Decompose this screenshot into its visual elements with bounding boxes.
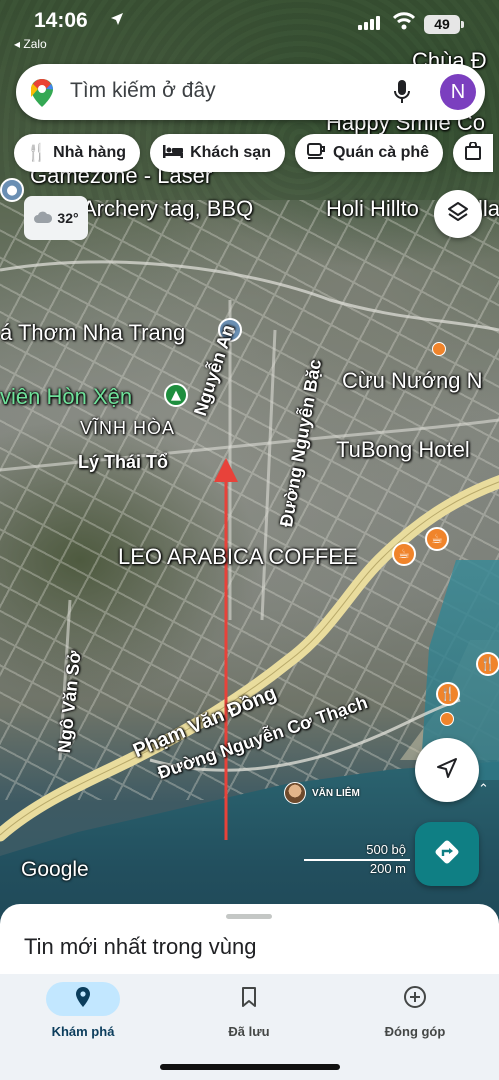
hotel-icon: [162, 143, 184, 164]
location-arrow-icon: [110, 10, 124, 31]
category-chips: 🍴 Nhà hàng Khách sạn Quán cà phê: [14, 134, 494, 172]
weather-temperature: 32°: [57, 210, 79, 226]
park-pin-icon[interactable]: ▲: [164, 383, 188, 407]
poi-pin-cuu-nuong[interactable]: [432, 342, 446, 356]
restaurant-pin-icon[interactable]: 🍴: [476, 652, 499, 676]
directions-button[interactable]: [415, 822, 479, 886]
add-circle-icon: [403, 985, 427, 1014]
weather-widget[interactable]: 32°: [24, 196, 88, 240]
map-label-ly-thai-to: Lý Thái Tổ: [78, 452, 168, 472]
map-label-leo-arabica[interactable]: LEO ARABICA COFFEE: [118, 544, 358, 570]
nav-saved[interactable]: Đã lưu: [166, 982, 332, 1039]
chip-hotels[interactable]: Khách sạn: [150, 134, 285, 172]
layers-icon: [446, 200, 470, 229]
search-input[interactable]: Tìm kiếm ở đây: [70, 79, 216, 103]
account-avatar[interactable]: N: [440, 74, 476, 110]
coffee-pin-icon[interactable]: ☕: [392, 542, 416, 566]
battery-icon: 49: [424, 15, 464, 34]
chip-label: Nhà hàng: [53, 144, 127, 161]
shopping-bag-icon: [465, 140, 482, 165]
poi-pin-small[interactable]: [440, 712, 454, 726]
chip-shopping-partial[interactable]: [453, 134, 494, 172]
search-bar[interactable]: Tìm kiếm ở đây N: [16, 64, 485, 120]
map-label-hon-xen[interactable]: viên Hòn Xện: [0, 384, 132, 410]
microphone-icon[interactable]: [388, 78, 416, 106]
restaurant-icon: 🍴: [26, 143, 48, 163]
poi-pin-gamezone[interactable]: ●: [0, 178, 24, 202]
sheet-drag-handle[interactable]: [226, 914, 272, 919]
chip-restaurants[interactable]: 🍴 Nhà hàng: [14, 134, 141, 172]
cloud-icon: [33, 210, 53, 227]
map-label-tubong[interactable]: TuBong Hotel: [336, 437, 470, 463]
google-attribution: Google: [21, 858, 89, 881]
chevron-up-icon[interactable]: ⌃: [478, 782, 489, 797]
directions-icon: [433, 838, 461, 871]
user-avatar: [284, 782, 306, 804]
status-bar: 14:06 ◂ Zalo 49: [0, 0, 499, 52]
cellular-signal-icon: [358, 16, 380, 30]
scale-imperial: 500 bộ: [366, 842, 406, 857]
chip-label: Khách sạn: [190, 144, 271, 161]
sheet-title: Tin mới nhất trong vùng: [24, 934, 257, 959]
restaurant-pin-icon-2[interactable]: 🍴: [436, 682, 460, 706]
status-time: 14:06: [34, 9, 88, 32]
wifi-icon: [392, 12, 416, 35]
back-to-app-link[interactable]: ◂ Zalo: [14, 37, 47, 51]
coffee-pin-icon-2[interactable]: ☕: [425, 527, 449, 551]
home-indicator[interactable]: [160, 1064, 340, 1070]
navigation-arrow-icon: [436, 757, 458, 784]
map-user-name: VĂN LIÊM: [312, 787, 360, 799]
map-label-thom[interactable]: á Thơm Nha Trang: [0, 320, 185, 346]
layers-button[interactable]: [434, 190, 482, 238]
nav-explore[interactable]: Khám phá: [0, 982, 166, 1039]
bookmark-icon: [241, 986, 257, 1013]
explore-pin-icon: [75, 986, 91, 1013]
map-scale: 500 bộ 200 m: [304, 842, 410, 876]
nav-label: Khám phá: [51, 1024, 115, 1039]
my-location-button[interactable]: [415, 738, 479, 802]
coffee-icon: [306, 142, 327, 164]
map-label-archery[interactable]: Archery tag, BBQ: [82, 196, 253, 222]
scale-metric: 200 m: [369, 861, 406, 876]
bottom-sheet[interactable]: Tin mới nhất trong vùng: [0, 904, 499, 984]
nav-label: Đã lưu: [228, 1024, 270, 1039]
nav-label: Đóng góp: [384, 1024, 446, 1039]
map-user-marker[interactable]: VĂN LIÊM: [284, 782, 360, 804]
map-label-holi[interactable]: Holi Hillto: [326, 196, 419, 222]
chip-label: Quán cà phê: [332, 144, 430, 161]
nav-contribute[interactable]: Đóng góp: [332, 982, 498, 1039]
google-maps-logo-icon: [30, 78, 54, 113]
map-label-vinh-hoa: VĨNH HÒA: [80, 418, 176, 438]
chip-coffee[interactable]: Quán cà phê: [294, 134, 444, 172]
map-label-cuu-nuong[interactable]: Cừu Nướng N: [342, 368, 482, 394]
